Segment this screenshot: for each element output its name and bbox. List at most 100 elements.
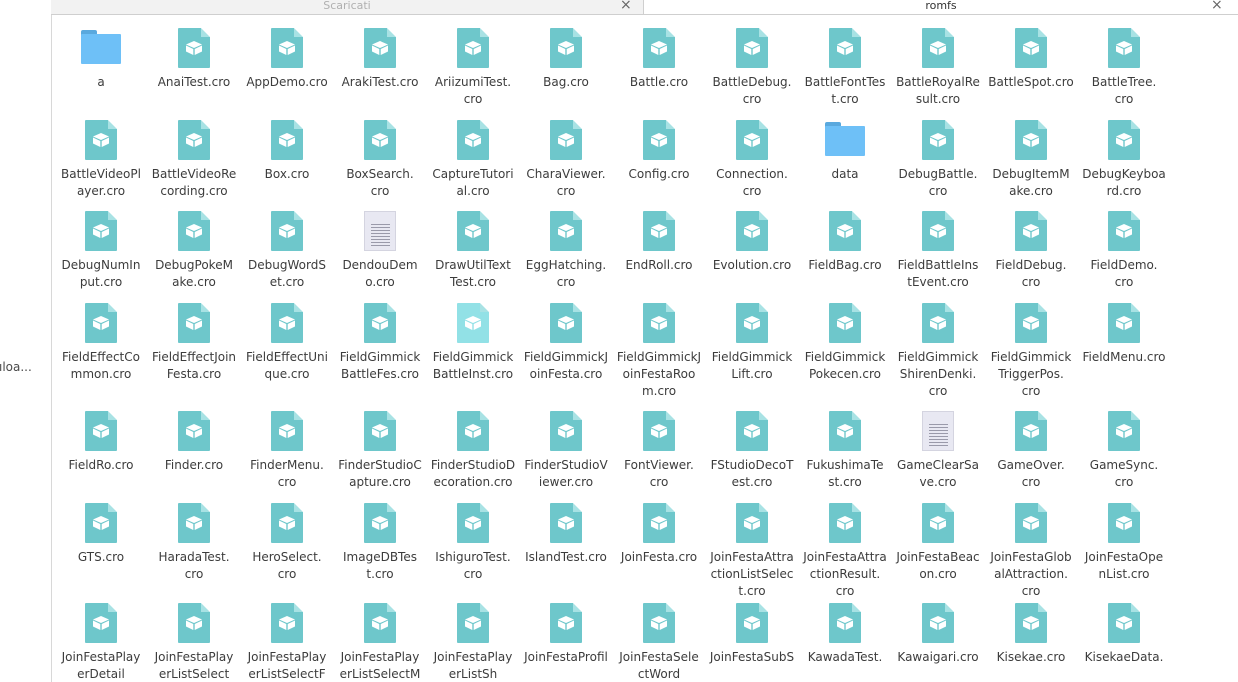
file-name: FieldDebug. cro	[995, 258, 1067, 289]
file-item[interactable]: JoinFestaSele ctWord	[614, 595, 704, 682]
file-item[interactable]: FieldGimmick Lift.cro	[707, 295, 797, 383]
file-item[interactable]: ImageDBTes t.cro	[335, 495, 425, 583]
file-item[interactable]: BattleSpot.cro	[986, 20, 1076, 91]
file-item[interactable]: FieldEffectUni que.cro	[242, 295, 332, 383]
cro-file-icon	[335, 20, 425, 68]
file-item[interactable]: BoxSearch. cro	[335, 112, 425, 200]
file-item[interactable]: FieldGimmick Pokecen.cro	[800, 295, 890, 383]
file-item[interactable]: GameSync. cro	[1079, 403, 1169, 491]
file-item[interactable]: DebugWordS et.cro	[242, 203, 332, 291]
file-item[interactable]: EggHatching. cro	[521, 203, 611, 291]
file-item[interactable]: Connection. cro	[707, 112, 797, 200]
file-item[interactable]: BattleVideoPl ayer.cro	[56, 112, 146, 200]
file-item[interactable]: DebugItemM ake.cro	[986, 112, 1076, 200]
close-icon[interactable]: ×	[620, 0, 632, 13]
file-item[interactable]: JoinFestaPlay erListSh	[428, 595, 518, 682]
file-item[interactable]: JoinFestaAttra ctionResult. cro	[800, 495, 890, 600]
file-item[interactable]: Kisekae.cro	[986, 595, 1076, 666]
file-item[interactable]: FStudioDecoT est.cro	[707, 403, 797, 491]
file-item[interactable]: AppDemo.cro	[242, 20, 332, 91]
file-item[interactable]: FieldGimmick BattleFes.cro	[335, 295, 425, 383]
tab-romfs[interactable]: romfs ×	[644, 0, 1238, 14]
file-item[interactable]: JoinFestaSubS	[707, 595, 797, 666]
cro-file-icon	[707, 295, 797, 343]
file-item[interactable]: JoinFestaPlay erDetail	[56, 595, 146, 682]
folder-item[interactable]: a	[56, 20, 146, 91]
sidebar-item-downloads[interactable]: ıloa...	[0, 360, 32, 374]
file-item[interactable]: JoinFestaAttra ctionListSelec t.cro	[707, 495, 797, 600]
file-item[interactable]: CaptureTutori al.cro	[428, 112, 518, 200]
file-item[interactable]: BattleFontTes t.cro	[800, 20, 890, 108]
file-item[interactable]: ArakiTest.cro	[335, 20, 425, 91]
file-name: FinderStudioC apture.cro	[338, 458, 422, 489]
file-item[interactable]: FieldRo.cro	[56, 403, 146, 474]
file-item[interactable]: JoinFestaPlay erListSelect	[149, 595, 239, 682]
file-item[interactable]: DebugBattle. cro	[893, 112, 983, 200]
file-item[interactable]: JoinFestaPlay erListSelectM	[335, 595, 425, 682]
file-item[interactable]: BattleTree. cro	[1079, 20, 1169, 108]
file-item[interactable]: FieldEffectJoin Festa.cro	[149, 295, 239, 383]
file-item[interactable]: FieldMenu.cro	[1079, 295, 1169, 366]
file-item[interactable]: FieldBattleIns tEvent.cro	[893, 203, 983, 291]
file-item[interactable]: FinderStudioC apture.cro	[335, 403, 425, 491]
file-item[interactable]: FieldDemo. cro	[1079, 203, 1169, 291]
close-icon[interactable]: ×	[1211, 0, 1223, 13]
file-item[interactable]: FieldGimmick TriggerPos. cro	[986, 295, 1076, 400]
file-item[interactable]: FieldGimmickJ oinFesta.cro	[521, 295, 611, 383]
file-item[interactable]: JoinFestaPlay erListSelectF	[242, 595, 332, 682]
file-item[interactable]: FukushimaTe st.cro	[800, 403, 890, 491]
file-item[interactable]: FieldBag.cro	[800, 203, 890, 274]
file-item[interactable]: Finder.cro	[149, 403, 239, 474]
file-item[interactable]: Battle.cro	[614, 20, 704, 91]
file-item[interactable]: DebugPokeM ake.cro	[149, 203, 239, 291]
file-name: HeroSelect. cro	[252, 550, 322, 581]
file-item[interactable]: AnaiTest.cro	[149, 20, 239, 91]
file-item[interactable]: JoinFestaGlob alAttraction. cro	[986, 495, 1076, 600]
tab-scaricati[interactable]: Scaricati ×	[51, 0, 643, 14]
file-item[interactable]: HaradaTest. cro	[149, 495, 239, 583]
file-name: JoinFestaPlay erListSelectM	[339, 650, 421, 681]
file-item[interactable]: FieldDebug. cro	[986, 203, 1076, 291]
file-item[interactable]: FinderStudioV iewer.cro	[521, 403, 611, 491]
folder-item[interactable]: data	[800, 112, 890, 183]
cro-file-icon	[521, 20, 611, 68]
file-item[interactable]: Box.cro	[242, 112, 332, 183]
file-item[interactable]: FontViewer. cro	[614, 403, 704, 491]
file-item[interactable]: BattleDebug. cro	[707, 20, 797, 108]
file-name: FieldMenu.cro	[1082, 350, 1166, 364]
cro-file-icon	[149, 112, 239, 160]
file-item[interactable]: Config.cro	[614, 112, 704, 183]
file-item[interactable]: JoinFestaOpe nList.cro	[1079, 495, 1169, 583]
file-item[interactable]: AriizumiTest. cro	[428, 20, 518, 108]
file-item[interactable]: FinderStudioD ecoration.cro	[428, 403, 518, 491]
file-item[interactable]: HeroSelect. cro	[242, 495, 332, 583]
file-item[interactable]: GameClearSa ve.cro	[893, 403, 983, 491]
file-item[interactable]: EndRoll.cro	[614, 203, 704, 274]
file-item[interactable]: Bag.cro	[521, 20, 611, 91]
file-item[interactable]: BattleVideoRe cording.cro	[149, 112, 239, 200]
file-item[interactable]: DebugNumIn put.cro	[56, 203, 146, 291]
file-item[interactable]: IshiguroTest. cro	[428, 495, 518, 583]
file-item[interactable]: FinderMenu. cro	[242, 403, 332, 491]
file-item[interactable]: Evolution.cro	[707, 203, 797, 274]
file-item[interactable]: CharaViewer. cro	[521, 112, 611, 200]
file-item[interactable]: GameOver. cro	[986, 403, 1076, 491]
file-item[interactable]: JoinFesta.cro	[614, 495, 704, 566]
file-name: Kawaigari.cro	[897, 650, 979, 664]
file-item[interactable]: JoinFestaBeac on.cro	[893, 495, 983, 583]
file-item[interactable]: FieldGimmick BattleInst.cro	[428, 295, 518, 383]
file-item[interactable]: BattleRoyalRe sult.cro	[893, 20, 983, 108]
file-item[interactable]: FieldGimmick ShirenDenki. cro	[893, 295, 983, 400]
file-item[interactable]: FieldGimmickJ oinFestaRoo m.cro	[614, 295, 704, 400]
file-item[interactable]: DrawUtilText Test.cro	[428, 203, 518, 291]
file-item[interactable]: KisekaeData.	[1079, 595, 1169, 666]
file-item[interactable]: GTS.cro	[56, 495, 146, 566]
cro-file-icon	[800, 203, 890, 251]
file-item[interactable]: DebugKeyboa rd.cro	[1079, 112, 1169, 200]
file-item[interactable]: Kawaigari.cro	[893, 595, 983, 666]
file-item[interactable]: FieldEffectCo mmon.cro	[56, 295, 146, 383]
file-item[interactable]: JoinFestaProfil	[521, 595, 611, 666]
file-item[interactable]: IslandTest.cro	[521, 495, 611, 566]
file-item[interactable]: DendouDem o.cro	[335, 203, 425, 291]
file-item[interactable]: KawadaTest.	[800, 595, 890, 666]
